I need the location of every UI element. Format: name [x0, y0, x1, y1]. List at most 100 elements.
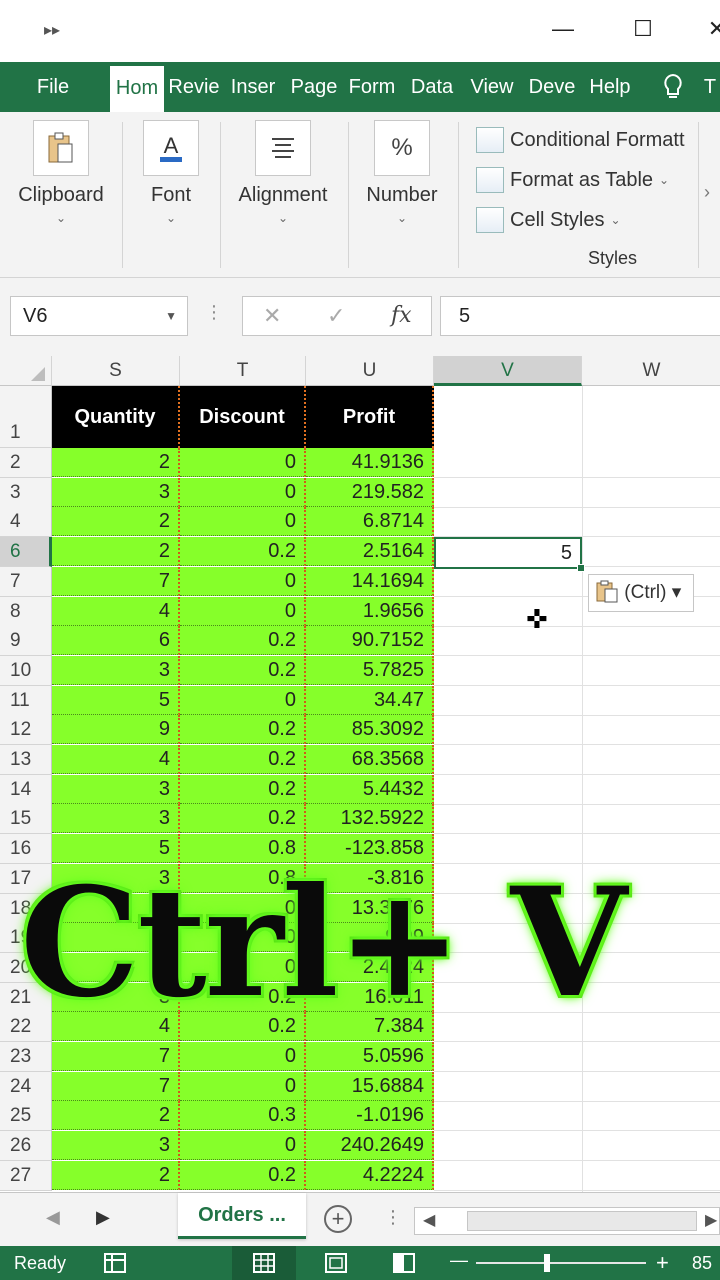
- cell-discount[interactable]: 0: [180, 1072, 306, 1101]
- cell-discount[interactable]: 0: [180, 1042, 306, 1071]
- cell-quantity[interactable]: 3: [52, 478, 180, 507]
- cell-discount[interactable]: 0.2: [180, 626, 306, 655]
- clipboard-group[interactable]: Clipboard ⌄: [12, 120, 110, 225]
- lightbulb-icon[interactable]: [656, 62, 690, 112]
- row-header[interactable]: 3: [0, 478, 52, 508]
- row-header[interactable]: 11: [0, 686, 52, 716]
- conditional-formatting-button[interactable]: Conditional Formatt: [476, 124, 685, 156]
- row-header[interactable]: 10: [0, 656, 52, 686]
- row-header[interactable]: 6: [0, 537, 52, 567]
- cell-discount[interactable]: 0.2: [180, 656, 306, 685]
- cell-profit[interactable]: 85.3092: [306, 715, 434, 744]
- cell-profit[interactable]: 68.3568: [306, 745, 434, 774]
- header-cell-discount[interactable]: Discount: [180, 386, 306, 448]
- alignment-group[interactable]: Alignment ⌄: [228, 120, 338, 225]
- cell-discount[interactable]: 0.2: [180, 537, 306, 566]
- cell-profit[interactable]: -1.0196: [306, 1101, 434, 1130]
- tab-file[interactable]: File: [0, 62, 106, 112]
- more-commands-icon[interactable]: ▸▸: [44, 20, 60, 40]
- row-header[interactable]: 27: [0, 1161, 52, 1191]
- cell-discount[interactable]: 0: [180, 686, 306, 715]
- tab-data[interactable]: Data: [406, 62, 458, 112]
- cell-discount[interactable]: 0: [180, 597, 306, 626]
- split-handle-icon[interactable]: ⋮: [384, 1207, 402, 1228]
- cell-profit[interactable]: 219.582: [306, 478, 434, 507]
- tab-formulas[interactable]: Form: [346, 62, 398, 112]
- tab-help[interactable]: Help: [584, 62, 636, 112]
- tab-insert[interactable]: Inser: [226, 62, 280, 112]
- row-header[interactable]: 23: [0, 1042, 52, 1072]
- cell-discount[interactable]: 0: [180, 478, 306, 507]
- cell-profit[interactable]: 41.9136: [306, 448, 434, 477]
- cell-styles-button[interactable]: Cell Styles ⌄: [476, 204, 621, 236]
- cell-discount[interactable]: 0.3: [180, 1101, 306, 1130]
- font-group[interactable]: A Font ⌄: [132, 120, 210, 225]
- minimize-button[interactable]: —: [548, 14, 578, 44]
- cell-quantity[interactable]: 2: [52, 1101, 180, 1130]
- cell-profit[interactable]: 14.1694: [306, 567, 434, 596]
- row-header[interactable]: 14: [0, 775, 52, 805]
- zoom-slider[interactable]: [476, 1262, 646, 1264]
- scroll-right-icon[interactable]: ▶: [705, 1210, 717, 1230]
- row-header[interactable]: 8: [0, 597, 52, 627]
- cell-quantity[interactable]: 4: [52, 597, 180, 626]
- cancel-icon[interactable]: ✕: [263, 303, 281, 329]
- cell-profit[interactable]: 240.2649: [306, 1131, 434, 1160]
- cell-quantity[interactable]: 7: [52, 567, 180, 596]
- cell-profit[interactable]: 4.2224: [306, 1161, 434, 1190]
- enter-icon[interactable]: ✓: [327, 303, 345, 329]
- cell-profit[interactable]: 2.5164: [306, 537, 434, 566]
- cell-quantity[interactable]: 5: [52, 686, 180, 715]
- column-header-s[interactable]: S: [52, 356, 180, 386]
- resize-handle-icon[interactable]: ⋮: [205, 302, 223, 323]
- cell-quantity[interactable]: 7: [52, 1072, 180, 1101]
- cell-quantity[interactable]: 7: [52, 1042, 180, 1071]
- cell-quantity[interactable]: 3: [52, 1131, 180, 1160]
- paste-options-button[interactable]: (Ctrl) ▾: [588, 574, 694, 612]
- cell-discount[interactable]: 0: [180, 448, 306, 477]
- cell-discount[interactable]: 0.2: [180, 775, 306, 804]
- scrollbar-thumb[interactable]: [467, 1211, 697, 1231]
- zoom-out-button[interactable]: —: [450, 1250, 468, 1271]
- page-layout-view-icon[interactable]: [304, 1246, 368, 1280]
- cell-discount[interactable]: 0.2: [180, 715, 306, 744]
- selected-cell-v6[interactable]: 5: [434, 537, 582, 569]
- worksheet-grid[interactable]: S T U V W 1 Quantity Discount Profit 220…: [0, 356, 720, 1192]
- row-header[interactable]: 15: [0, 804, 52, 834]
- format-as-table-button[interactable]: Format as Table ⌄: [476, 164, 669, 196]
- header-cell-profit[interactable]: Profit: [306, 386, 434, 448]
- horizontal-scrollbar[interactable]: ◀ ▶: [414, 1207, 720, 1235]
- cell-discount[interactable]: 0.2: [180, 1161, 306, 1190]
- row-header[interactable]: 24: [0, 1072, 52, 1102]
- cell-quantity[interactable]: 2: [52, 507, 180, 536]
- cell-profit[interactable]: 6.8714: [306, 507, 434, 536]
- row-header[interactable]: 9: [0, 626, 52, 656]
- zoom-level[interactable]: 85: [692, 1253, 712, 1274]
- cell-quantity[interactable]: 2: [52, 537, 180, 566]
- column-header-v[interactable]: V: [434, 356, 582, 386]
- sheet-tab-orders[interactable]: Orders ...: [178, 1193, 306, 1239]
- zoom-slider-thumb[interactable]: [544, 1254, 550, 1272]
- cell-profit[interactable]: 5.0596: [306, 1042, 434, 1071]
- fill-handle[interactable]: [577, 564, 585, 572]
- tab-view[interactable]: View: [466, 62, 518, 112]
- tab-home[interactable]: Hom: [110, 66, 164, 112]
- sheet-prev-icon[interactable]: ◀: [46, 1207, 60, 1228]
- row-header[interactable]: 12: [0, 715, 52, 745]
- tab-developer[interactable]: Deve: [526, 62, 578, 112]
- tab-page-layout[interactable]: Page: [288, 62, 340, 112]
- name-box[interactable]: V6 ▼: [10, 296, 188, 336]
- cell-discount[interactable]: 0.2: [180, 804, 306, 833]
- cell-profit[interactable]: 90.7152: [306, 626, 434, 655]
- header-cell-quantity[interactable]: Quantity: [52, 386, 180, 448]
- row-header[interactable]: 7: [0, 567, 52, 597]
- cell-quantity[interactable]: 3: [52, 804, 180, 833]
- scroll-left-icon[interactable]: ◀: [423, 1210, 435, 1230]
- tab-tell-me[interactable]: T: [700, 62, 720, 112]
- page-break-view-icon[interactable]: [372, 1246, 436, 1280]
- row-header[interactable]: 26: [0, 1131, 52, 1161]
- maximize-button[interactable]: ☐: [628, 14, 658, 44]
- column-header-w[interactable]: W: [582, 356, 720, 386]
- cell-quantity[interactable]: 4: [52, 745, 180, 774]
- cell-profit[interactable]: 5.4432: [306, 775, 434, 804]
